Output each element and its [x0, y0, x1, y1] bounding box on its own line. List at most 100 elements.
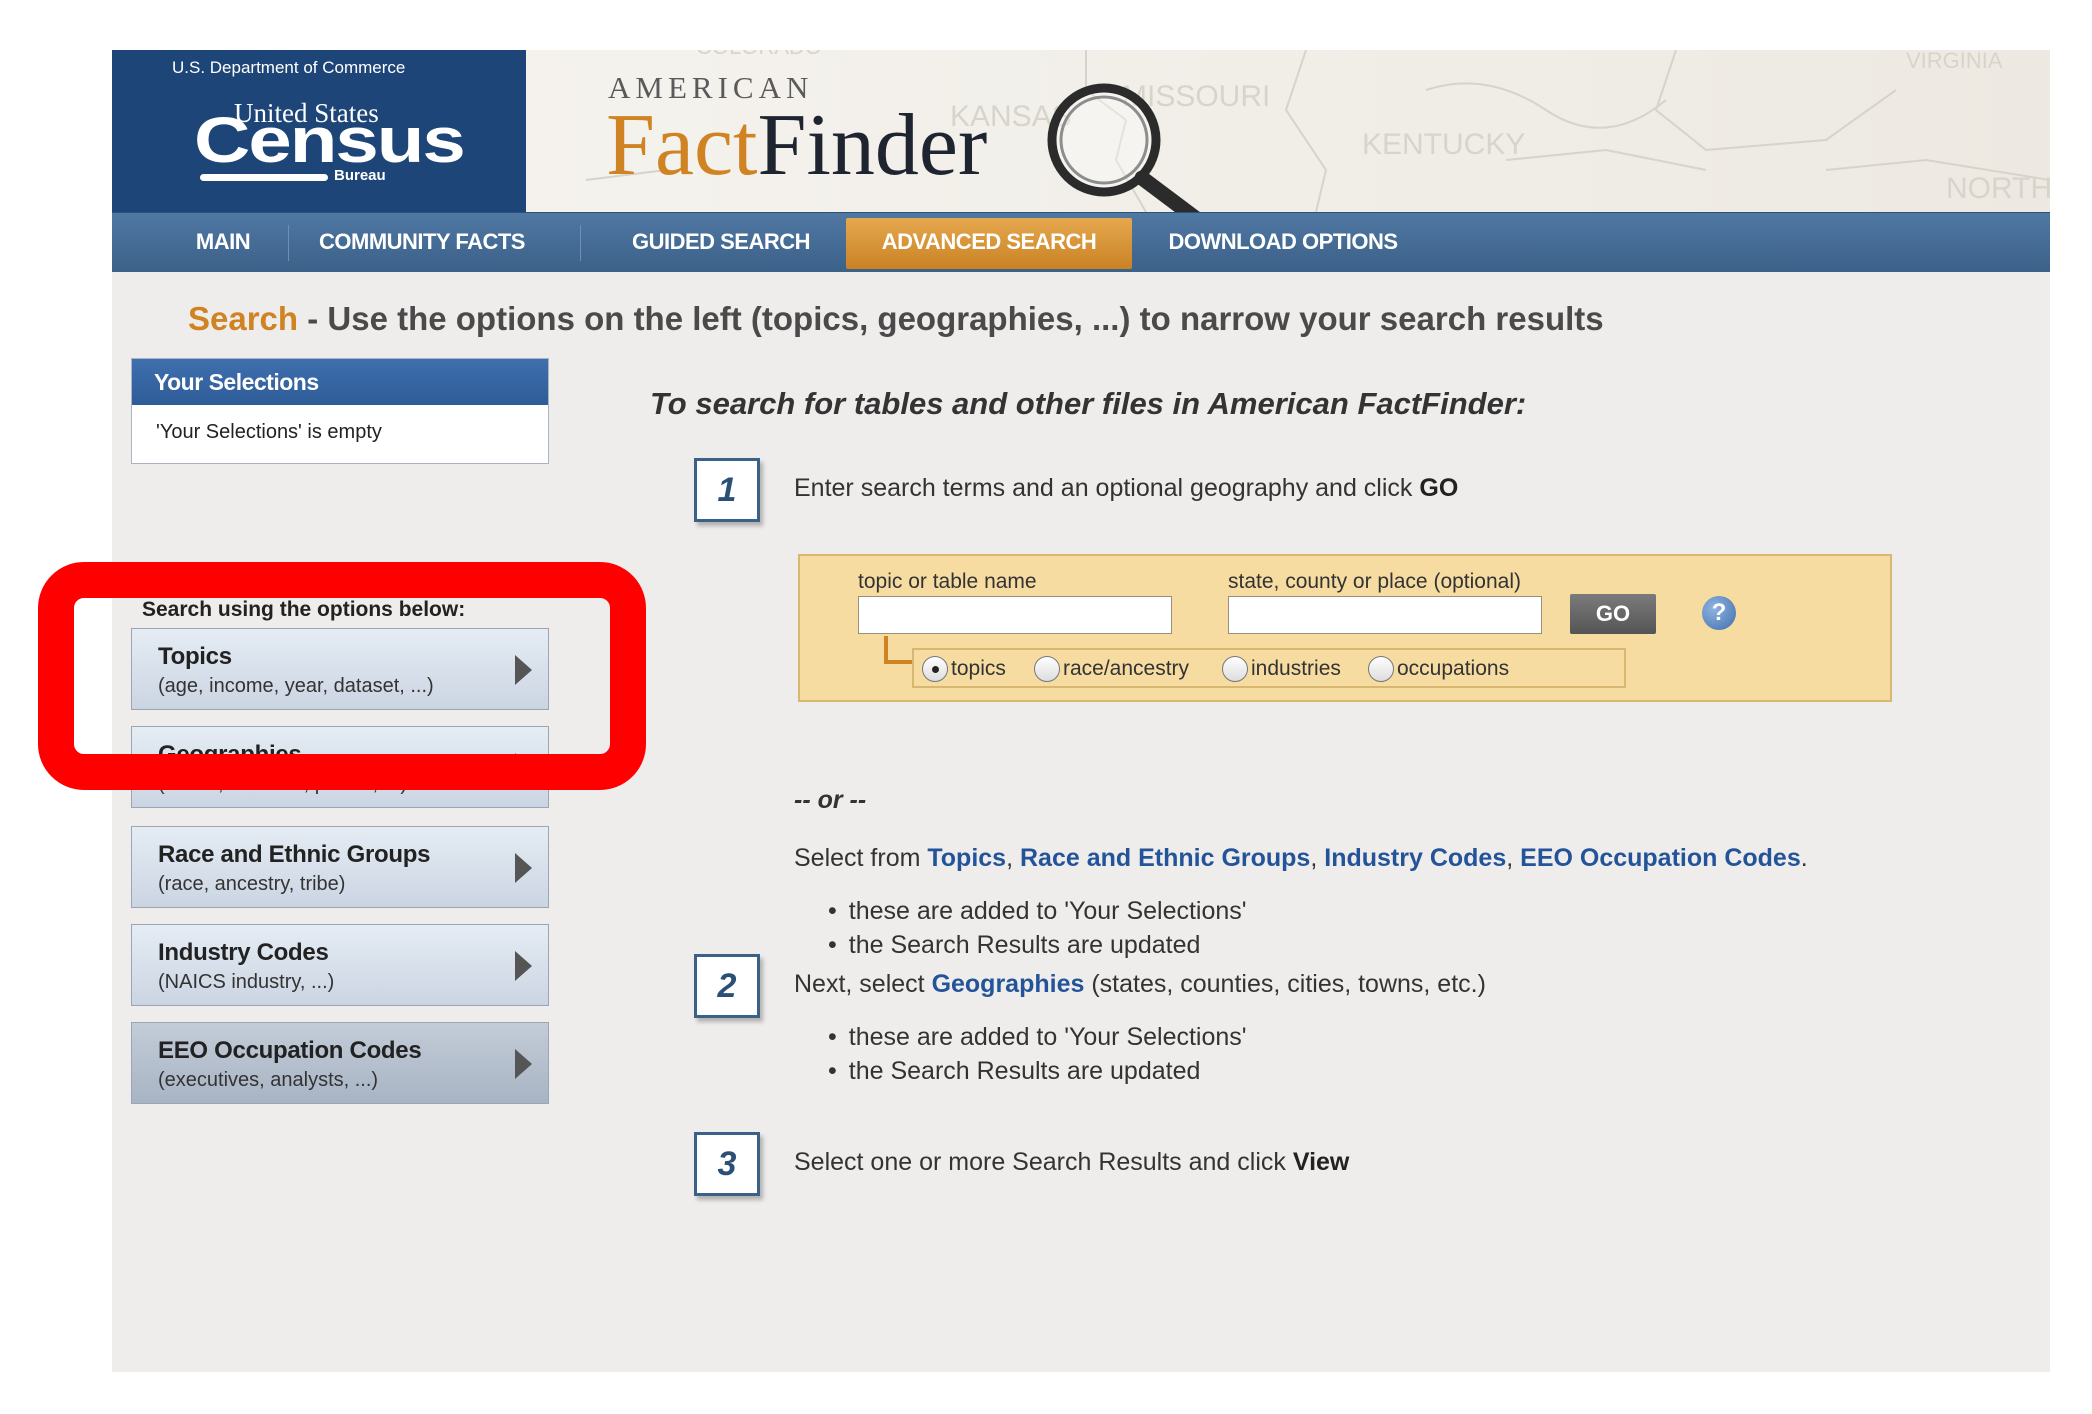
link-geographies[interactable]: Geographies — [932, 970, 1085, 998]
option-eeo-occupation-button[interactable]: EEO Occupation Codes (executives, analys… — [131, 1022, 549, 1104]
page-headline: Search - Use the options on the left (to… — [188, 300, 1604, 338]
geo-field-label: state, county or place (optional) — [1228, 570, 1521, 593]
step-2-badge: 2 — [694, 954, 760, 1018]
product-name-fact: Fact — [606, 97, 758, 194]
map-label-virginia: VIRGINIA — [1906, 50, 2003, 73]
bullet-list-1: these are added to 'Your Selections' the… — [828, 894, 1247, 962]
radio-label: topics — [951, 657, 1006, 680]
map-label-north: NORTH — [1946, 172, 2050, 205]
option-title: Race and Ethnic Groups — [158, 841, 431, 868]
radio-label: industries — [1251, 657, 1341, 680]
your-selections-panel: Your Selections 'Your Selections' is emp… — [131, 358, 549, 464]
step-2-prefix: Next, select — [794, 970, 932, 998]
chevron-right-icon — [515, 853, 532, 883]
option-subtitle: (executives, analysts, ...) — [158, 1069, 379, 1091]
step-1-text-bold: GO — [1419, 474, 1459, 502]
link-eeo-occupation-codes[interactable]: EEO Occupation Codes — [1520, 844, 1801, 872]
nav-community-facts[interactable]: COMMUNITY FACTS — [302, 213, 542, 273]
bullet-item: the Search Results are updated — [828, 1054, 1247, 1088]
your-selections-empty: 'Your Selections' is empty — [156, 421, 382, 443]
step-3-badge: 3 — [694, 1132, 760, 1196]
step-3-text-bold: View — [1292, 1148, 1350, 1176]
option-geographies-button[interactable]: Geographies (states, counties, places, .… — [131, 726, 549, 808]
radio-unchecked-icon — [1368, 656, 1394, 682]
radio-industries[interactable]: industries — [1222, 656, 1341, 682]
step-3-text-main: Select one or more Search Results and cl… — [794, 1148, 1293, 1176]
department-name: U.S. Department of Commerce — [172, 58, 406, 77]
bullet-item: these are added to 'Your Selections' — [828, 894, 1247, 928]
topic-field-label: topic or table name — [858, 570, 1037, 593]
headline-text: - Use the options on the left (topics, g… — [298, 300, 1604, 337]
search-options-label: Search using the options below: — [142, 598, 466, 621]
map-label-kentucky: KENTUCKY — [1362, 128, 1525, 161]
radio-occupations[interactable]: occupations — [1368, 656, 1509, 682]
bullet-list-2: these are added to 'Your Selections' the… — [828, 1020, 1247, 1088]
search-type-radio-group: topics race/ancestry industries occupati… — [912, 648, 1626, 688]
or-divider: -- or -- — [794, 786, 867, 814]
chevron-right-icon — [515, 753, 532, 783]
go-button[interactable]: GO — [1570, 594, 1656, 634]
radio-label: occupations — [1397, 657, 1510, 680]
nav-main[interactable]: MAIN — [168, 213, 278, 273]
census-logo[interactable]: U.S. Department of Commerce United State… — [112, 50, 526, 212]
step-1-badge: 1 — [694, 458, 760, 522]
step-1-text-main: Enter search terms and an optional geogr… — [794, 474, 1420, 502]
link-race-ethnic-groups[interactable]: Race and Ethnic Groups — [1020, 844, 1310, 872]
nav-download-options[interactable]: DOWNLOAD OPTIONS — [1148, 213, 1418, 273]
step-3-text: Select one or more Search Results and cl… — [794, 1148, 1349, 1177]
radio-unchecked-icon — [1034, 656, 1060, 682]
option-topics-button[interactable]: Topics (age, income, year, dataset, ...) — [131, 628, 549, 710]
link-separator: , — [1506, 844, 1521, 872]
link-industry-codes[interactable]: Industry Codes — [1324, 844, 1506, 872]
main-nav: MAIN COMMUNITY FACTS GUIDED SEARCH ADVAN… — [112, 212, 2050, 272]
census-site: U.S. Department of Commerce United State… — [112, 50, 2050, 1372]
option-subtitle: (race, ancestry, tribe) — [158, 873, 346, 895]
chevron-right-icon — [515, 655, 532, 685]
option-industry-codes-button[interactable]: Industry Codes (NAICS industry, ...) — [131, 924, 549, 1006]
radio-label: race/ancestry — [1063, 657, 1190, 680]
magnifier-icon — [1047, 83, 1200, 212]
headline-keyword: Search — [188, 300, 299, 337]
radio-unchecked-icon — [1222, 656, 1248, 682]
topic-input[interactable] — [858, 596, 1172, 634]
help-icon[interactable]: ? — [1702, 596, 1736, 630]
radio-topics[interactable]: topics — [922, 656, 1006, 682]
option-title: EEO Occupation Codes — [158, 1037, 422, 1064]
quick-search-panel: topic or table name state, county or pla… — [798, 554, 1892, 702]
option-race-ethnic-button[interactable]: Race and Ethnic Groups (race, ancestry, … — [131, 826, 549, 908]
product-name-finder: Finder — [757, 97, 988, 194]
link-separator: , — [1006, 844, 1020, 872]
radio-connector — [884, 636, 912, 664]
product-name: FactFinder — [606, 102, 987, 190]
radio-race-ancestry[interactable]: race/ancestry — [1034, 656, 1189, 682]
option-subtitle: (states, counties, places, ...) — [158, 773, 407, 795]
option-title: Industry Codes — [158, 939, 329, 966]
nav-advanced-search[interactable]: ADVANCED SEARCH — [846, 218, 1132, 269]
census-logo-bureau: Bureau — [334, 167, 386, 184]
step-1-text: Enter search terms and an optional geogr… — [794, 474, 1458, 503]
option-title: Topics — [158, 643, 232, 670]
link-topics[interactable]: Topics — [927, 844, 1006, 872]
step-2-text: Next, select Geographies (states, counti… — [794, 970, 1486, 999]
geo-input[interactable] — [1228, 596, 1542, 634]
census-logo-word: Census — [194, 103, 466, 177]
map-label-colorado: COLORADO — [696, 50, 822, 59]
option-subtitle: (NAICS industry, ...) — [158, 971, 335, 993]
chevron-right-icon — [515, 1049, 532, 1079]
select-from-prefix: Select from — [794, 844, 928, 872]
link-separator: , — [1310, 844, 1325, 872]
your-selections-title: Your Selections — [132, 359, 548, 405]
nav-separator — [580, 225, 581, 261]
bullet-item: the Search Results are updated — [828, 928, 1247, 962]
radio-checked-icon — [922, 656, 948, 682]
bullet-item: these are added to 'Your Selections' — [828, 1020, 1247, 1054]
banner: U.S. Department of Commerce United State… — [112, 50, 2050, 212]
option-subtitle: (age, income, year, dataset, ...) — [158, 675, 434, 697]
select-from-text: Select from Topics, Race and Ethnic Grou… — [794, 844, 1808, 873]
option-title: Geographies — [158, 741, 302, 768]
select-from-suffix: . — [1800, 844, 1808, 872]
step-2-suffix: (states, counties, cities, towns, etc.) — [1084, 970, 1486, 998]
nav-guided-search[interactable]: GUIDED SEARCH — [606, 213, 836, 273]
instructions-title: To search for tables and other files in … — [650, 386, 1527, 421]
census-logo-swoosh — [200, 174, 328, 181]
